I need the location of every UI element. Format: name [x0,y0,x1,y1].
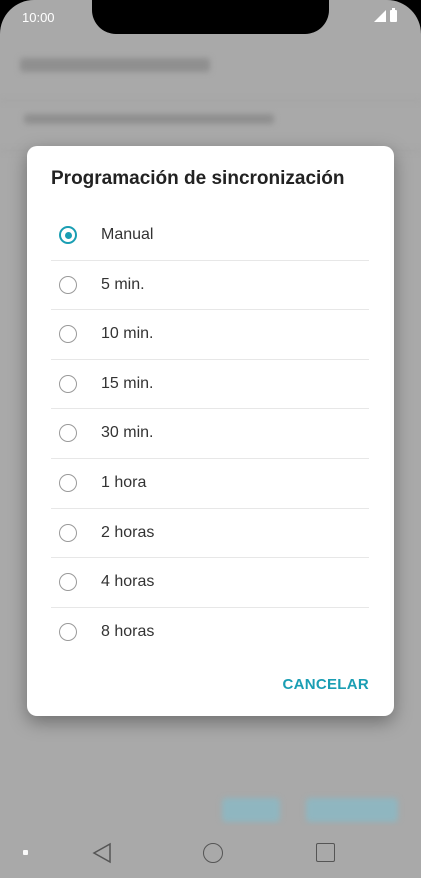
radio-unchecked-icon[interactable] [59,374,77,393]
background-text-line [20,58,210,72]
radio-unchecked-icon[interactable] [59,424,77,443]
radio-checked-icon[interactable] [59,226,77,244]
phone-screen: 10:00 Programación de sincronización Man… [0,0,421,878]
background-button [222,798,280,822]
option-label: 30 min. [101,424,154,442]
background-text-line [24,114,274,124]
nav-indicator-icon [23,850,28,855]
radio-unchecked-icon[interactable] [59,473,77,492]
sync-interval-options: Manual 5 min. 10 min. 15 min. 30 min. 1 hora 2… [51,211,369,657]
option-label: 2 horas [101,523,155,541]
back-icon[interactable] [92,842,112,864]
dialog-title: Programación de sincronización [51,168,345,189]
option-label: 5 min. [101,275,145,293]
option-manual[interactable]: Manual [51,211,369,261]
option-label: 1 hora [101,473,147,491]
option-label: Manual [101,226,154,243]
option-10-min[interactable]: 10 min. [51,310,369,360]
option-4-horas[interactable]: 4 horas [51,558,369,608]
signal-icon [374,10,386,22]
radio-unchecked-icon[interactable] [59,325,77,344]
option-1-hora[interactable]: 1 hora [51,459,369,509]
option-2-horas[interactable]: 2 horas [51,509,369,559]
background-divider [0,100,421,101]
radio-unchecked-icon[interactable] [59,573,77,592]
option-8-horas[interactable]: 8 horas [51,608,369,658]
option-15-min[interactable]: 15 min. [51,360,369,410]
sync-schedule-dialog: Programación de sincronización Manual 5 m… [27,146,394,716]
radio-unchecked-icon[interactable] [59,622,77,641]
status-time: 10:00 [22,10,55,25]
status-bar: 10:00 [0,0,421,36]
home-icon[interactable] [203,843,223,863]
status-icons [374,8,397,22]
option-label: 4 horas [101,573,155,591]
option-30-min[interactable]: 30 min. [51,409,369,459]
option-5-min[interactable]: 5 min. [51,261,369,311]
option-label: 15 min. [101,374,154,392]
battery-icon [390,8,397,22]
cancel-button[interactable]: CANCELAR [282,676,369,693]
background-button [306,798,398,822]
recents-icon[interactable] [316,843,335,862]
camera-notch [92,0,329,34]
radio-unchecked-icon[interactable] [59,523,77,542]
option-label: 8 horas [101,622,155,640]
option-label: 10 min. [101,325,154,343]
radio-unchecked-icon[interactable] [59,275,77,294]
